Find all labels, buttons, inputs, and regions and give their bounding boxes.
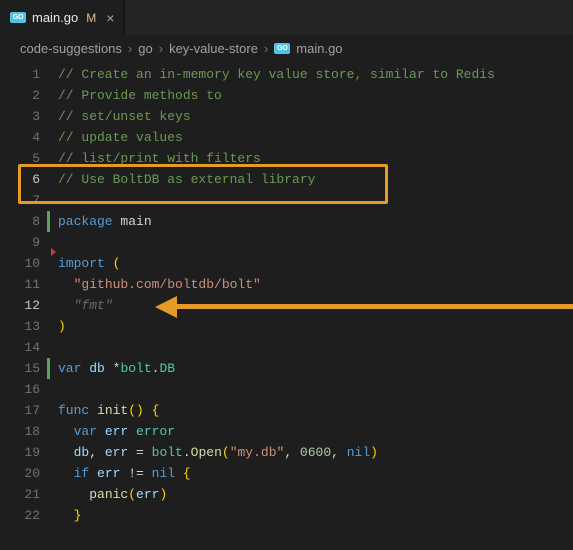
code-func: init xyxy=(89,403,128,418)
code-suggestion-ghost: "fmt" xyxy=(74,298,113,313)
code-type: DB xyxy=(159,361,175,376)
breadcrumb-seg-3[interactable]: key-value-store xyxy=(169,41,258,56)
code-keyword: var xyxy=(74,424,97,439)
line-number: 15 xyxy=(0,358,40,379)
line-number: 9 xyxy=(0,232,40,253)
code-comment: // list/print with filters xyxy=(58,151,261,166)
code-string: "github.com/boltdb/bolt" xyxy=(74,277,261,292)
breadcrumb-seg-1[interactable]: code-suggestions xyxy=(20,41,122,56)
line-number: 3 xyxy=(0,106,40,127)
code-bracket: () xyxy=(128,403,144,418)
line-number: 7 xyxy=(0,190,40,211)
breadcrumb[interactable]: code-suggestions › go › key-value-store … xyxy=(0,35,573,64)
code-type: bolt xyxy=(120,361,151,376)
code-ident: err xyxy=(105,445,128,460)
code-comment: // Use BoltDB as external library xyxy=(58,172,315,187)
code-func: panic xyxy=(89,487,128,502)
code-bracket: ) xyxy=(58,319,66,334)
code-const: nil xyxy=(144,466,183,481)
code-bracket: ( xyxy=(222,445,230,460)
code-bracket: ( xyxy=(128,487,136,502)
editor-code-area[interactable]: // Create an in-memory key value store, … xyxy=(50,64,573,526)
code-bracket: ) xyxy=(159,487,167,502)
chevron-right-icon: › xyxy=(159,41,163,56)
line-number: 1 xyxy=(0,64,40,85)
code-func: Open xyxy=(191,445,222,460)
code-op: != xyxy=(128,466,144,481)
code-string: "my.db" xyxy=(230,445,285,460)
line-number-current: 6 xyxy=(0,169,40,190)
chevron-right-icon: › xyxy=(128,41,132,56)
line-number: 14 xyxy=(0,337,40,358)
code-ident: db xyxy=(74,445,90,460)
line-number: 10 xyxy=(0,253,40,274)
code-comment: // Create an in-memory key value store, … xyxy=(58,67,495,82)
line-number: 16 xyxy=(0,379,40,400)
code-bracket: { xyxy=(183,466,191,481)
line-number: 4 xyxy=(0,127,40,148)
line-number: 2 xyxy=(0,85,40,106)
go-file-icon xyxy=(274,43,290,54)
code-keyword: var xyxy=(58,361,81,376)
code-op: = xyxy=(128,445,151,460)
line-number: 18 xyxy=(0,421,40,442)
code-type: error xyxy=(136,424,175,439)
code-ident: err xyxy=(97,424,136,439)
line-number: 5 xyxy=(0,148,40,169)
go-file-icon xyxy=(10,12,26,23)
line-number: 11 xyxy=(0,274,40,295)
tab-modified-badge: M xyxy=(86,11,96,25)
code-keyword: package xyxy=(58,214,113,229)
chevron-right-icon: › xyxy=(264,41,268,56)
code-comment: // update values xyxy=(58,130,183,145)
line-number: 19 xyxy=(0,442,40,463)
code-punc: . xyxy=(183,445,191,460)
code-bracket: ( xyxy=(105,256,121,271)
breadcrumb-seg-4[interactable]: main.go xyxy=(296,41,342,56)
code-bracket: { xyxy=(144,403,160,418)
code-ident: main xyxy=(113,214,152,229)
code-keyword: if xyxy=(74,466,90,481)
line-number: 22 xyxy=(0,505,40,526)
tab-filename: main.go xyxy=(32,10,78,25)
line-number: 17 xyxy=(0,400,40,421)
code-comment: // Provide methods to xyxy=(58,88,222,103)
code-punc: , xyxy=(331,445,347,460)
code-keyword: func xyxy=(58,403,89,418)
tab-bar: main.go M × xyxy=(0,0,573,35)
code-keyword: import xyxy=(58,256,105,271)
editor-gutter: 1 2 3 4 5 6 7 8 9 10 11 12 13 14 15 16 1… xyxy=(0,64,50,526)
line-number: 21 xyxy=(0,484,40,505)
code-punc: , xyxy=(284,445,300,460)
line-number-current: 12 xyxy=(0,295,40,316)
code-const: nil xyxy=(347,445,370,460)
code-ident: db xyxy=(81,361,112,376)
code-type: bolt xyxy=(152,445,183,460)
code-number: 0600 xyxy=(300,445,331,460)
code-bracket: } xyxy=(74,508,82,523)
tab-main-go[interactable]: main.go M × xyxy=(0,0,125,35)
close-icon[interactable]: × xyxy=(106,10,114,26)
line-number: 13 xyxy=(0,316,40,337)
code-comment: // set/unset keys xyxy=(58,109,191,124)
code-ident: err xyxy=(136,487,159,502)
line-number: 8 xyxy=(0,211,40,232)
code-editor[interactable]: 1 2 3 4 5 6 7 8 9 10 11 12 13 14 15 16 1… xyxy=(0,64,573,526)
code-punc: , xyxy=(89,445,105,460)
breadcrumb-seg-2[interactable]: go xyxy=(138,41,152,56)
code-ident: err xyxy=(89,466,128,481)
line-number: 20 xyxy=(0,463,40,484)
code-bracket: ) xyxy=(370,445,378,460)
